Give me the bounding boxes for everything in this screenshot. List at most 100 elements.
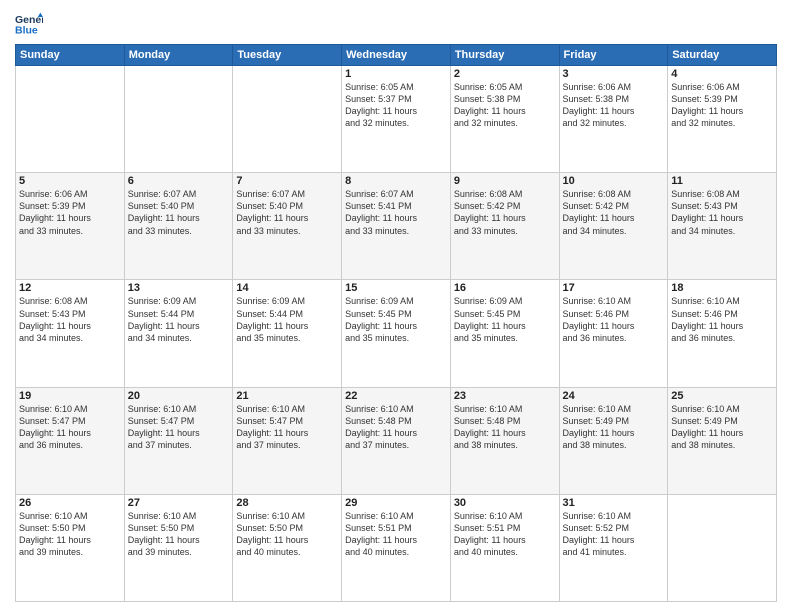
calendar-cell: 6Sunrise: 6:07 AM Sunset: 5:40 PM Daylig… bbox=[124, 173, 233, 280]
calendar-cell: 12Sunrise: 6:08 AM Sunset: 5:43 PM Dayli… bbox=[16, 280, 125, 387]
day-number: 9 bbox=[454, 175, 556, 187]
day-number: 10 bbox=[563, 175, 665, 187]
day-number: 26 bbox=[19, 497, 121, 509]
day-info: Sunrise: 6:09 AM Sunset: 5:45 PM Dayligh… bbox=[454, 295, 556, 344]
day-number: 25 bbox=[671, 390, 773, 402]
calendar-cell bbox=[16, 66, 125, 173]
day-number: 1 bbox=[345, 68, 447, 80]
logo: General Blue bbox=[15, 10, 47, 38]
calendar-cell: 3Sunrise: 6:06 AM Sunset: 5:38 PM Daylig… bbox=[559, 66, 668, 173]
day-number: 11 bbox=[671, 175, 773, 187]
day-number: 24 bbox=[563, 390, 665, 402]
calendar-cell: 27Sunrise: 6:10 AM Sunset: 5:50 PM Dayli… bbox=[124, 494, 233, 601]
day-number: 30 bbox=[454, 497, 556, 509]
calendar-week-row: 1Sunrise: 6:05 AM Sunset: 5:37 PM Daylig… bbox=[16, 66, 777, 173]
day-info: Sunrise: 6:10 AM Sunset: 5:47 PM Dayligh… bbox=[19, 403, 121, 452]
page: General Blue SundayMondayTuesdayWednesda… bbox=[0, 0, 792, 612]
day-info: Sunrise: 6:10 AM Sunset: 5:48 PM Dayligh… bbox=[454, 403, 556, 452]
weekday-header-thursday: Thursday bbox=[450, 45, 559, 66]
logo-icon: General Blue bbox=[15, 10, 43, 38]
calendar-cell: 5Sunrise: 6:06 AM Sunset: 5:39 PM Daylig… bbox=[16, 173, 125, 280]
calendar-cell: 11Sunrise: 6:08 AM Sunset: 5:43 PM Dayli… bbox=[668, 173, 777, 280]
day-number: 22 bbox=[345, 390, 447, 402]
calendar-cell: 26Sunrise: 6:10 AM Sunset: 5:50 PM Dayli… bbox=[16, 494, 125, 601]
calendar-cell: 24Sunrise: 6:10 AM Sunset: 5:49 PM Dayli… bbox=[559, 387, 668, 494]
calendar-cell: 13Sunrise: 6:09 AM Sunset: 5:44 PM Dayli… bbox=[124, 280, 233, 387]
day-info: Sunrise: 6:08 AM Sunset: 5:42 PM Dayligh… bbox=[454, 188, 556, 237]
day-number: 6 bbox=[128, 175, 230, 187]
calendar-cell bbox=[233, 66, 342, 173]
calendar-cell: 30Sunrise: 6:10 AM Sunset: 5:51 PM Dayli… bbox=[450, 494, 559, 601]
calendar-cell: 23Sunrise: 6:10 AM Sunset: 5:48 PM Dayli… bbox=[450, 387, 559, 494]
day-number: 19 bbox=[19, 390, 121, 402]
calendar-cell: 25Sunrise: 6:10 AM Sunset: 5:49 PM Dayli… bbox=[668, 387, 777, 494]
calendar-week-row: 5Sunrise: 6:06 AM Sunset: 5:39 PM Daylig… bbox=[16, 173, 777, 280]
day-info: Sunrise: 6:06 AM Sunset: 5:38 PM Dayligh… bbox=[563, 81, 665, 130]
calendar-week-row: 12Sunrise: 6:08 AM Sunset: 5:43 PM Dayli… bbox=[16, 280, 777, 387]
calendar-cell: 18Sunrise: 6:10 AM Sunset: 5:46 PM Dayli… bbox=[668, 280, 777, 387]
calendar-cell: 17Sunrise: 6:10 AM Sunset: 5:46 PM Dayli… bbox=[559, 280, 668, 387]
day-number: 4 bbox=[671, 68, 773, 80]
day-number: 20 bbox=[128, 390, 230, 402]
day-info: Sunrise: 6:10 AM Sunset: 5:49 PM Dayligh… bbox=[671, 403, 773, 452]
calendar-cell: 4Sunrise: 6:06 AM Sunset: 5:39 PM Daylig… bbox=[668, 66, 777, 173]
day-info: Sunrise: 6:10 AM Sunset: 5:50 PM Dayligh… bbox=[19, 510, 121, 559]
calendar-cell: 22Sunrise: 6:10 AM Sunset: 5:48 PM Dayli… bbox=[342, 387, 451, 494]
day-info: Sunrise: 6:10 AM Sunset: 5:50 PM Dayligh… bbox=[128, 510, 230, 559]
day-number: 3 bbox=[563, 68, 665, 80]
day-info: Sunrise: 6:07 AM Sunset: 5:40 PM Dayligh… bbox=[236, 188, 338, 237]
day-number: 14 bbox=[236, 282, 338, 294]
day-info: Sunrise: 6:10 AM Sunset: 5:50 PM Dayligh… bbox=[236, 510, 338, 559]
calendar-cell: 20Sunrise: 6:10 AM Sunset: 5:47 PM Dayli… bbox=[124, 387, 233, 494]
calendar-cell bbox=[668, 494, 777, 601]
calendar-cell: 15Sunrise: 6:09 AM Sunset: 5:45 PM Dayli… bbox=[342, 280, 451, 387]
calendar-cell: 29Sunrise: 6:10 AM Sunset: 5:51 PM Dayli… bbox=[342, 494, 451, 601]
calendar-cell: 9Sunrise: 6:08 AM Sunset: 5:42 PM Daylig… bbox=[450, 173, 559, 280]
calendar-table: SundayMondayTuesdayWednesdayThursdayFrid… bbox=[15, 44, 777, 602]
calendar-cell: 21Sunrise: 6:10 AM Sunset: 5:47 PM Dayli… bbox=[233, 387, 342, 494]
svg-text:Blue: Blue bbox=[15, 25, 38, 37]
day-number: 12 bbox=[19, 282, 121, 294]
calendar-cell bbox=[124, 66, 233, 173]
day-info: Sunrise: 6:10 AM Sunset: 5:52 PM Dayligh… bbox=[563, 510, 665, 559]
header: General Blue bbox=[15, 10, 777, 38]
day-number: 7 bbox=[236, 175, 338, 187]
day-info: Sunrise: 6:10 AM Sunset: 5:51 PM Dayligh… bbox=[345, 510, 447, 559]
calendar-cell: 1Sunrise: 6:05 AM Sunset: 5:37 PM Daylig… bbox=[342, 66, 451, 173]
day-number: 5 bbox=[19, 175, 121, 187]
day-number: 13 bbox=[128, 282, 230, 294]
day-info: Sunrise: 6:10 AM Sunset: 5:46 PM Dayligh… bbox=[563, 295, 665, 344]
calendar-cell: 16Sunrise: 6:09 AM Sunset: 5:45 PM Dayli… bbox=[450, 280, 559, 387]
day-number: 27 bbox=[128, 497, 230, 509]
calendar-cell: 19Sunrise: 6:10 AM Sunset: 5:47 PM Dayli… bbox=[16, 387, 125, 494]
calendar-cell: 28Sunrise: 6:10 AM Sunset: 5:50 PM Dayli… bbox=[233, 494, 342, 601]
calendar-cell: 31Sunrise: 6:10 AM Sunset: 5:52 PM Dayli… bbox=[559, 494, 668, 601]
day-number: 31 bbox=[563, 497, 665, 509]
day-number: 16 bbox=[454, 282, 556, 294]
day-info: Sunrise: 6:07 AM Sunset: 5:41 PM Dayligh… bbox=[345, 188, 447, 237]
calendar-week-row: 19Sunrise: 6:10 AM Sunset: 5:47 PM Dayli… bbox=[16, 387, 777, 494]
day-info: Sunrise: 6:10 AM Sunset: 5:47 PM Dayligh… bbox=[236, 403, 338, 452]
day-number: 28 bbox=[236, 497, 338, 509]
day-number: 18 bbox=[671, 282, 773, 294]
day-info: Sunrise: 6:10 AM Sunset: 5:48 PM Dayligh… bbox=[345, 403, 447, 452]
weekday-header-monday: Monday bbox=[124, 45, 233, 66]
calendar-cell: 7Sunrise: 6:07 AM Sunset: 5:40 PM Daylig… bbox=[233, 173, 342, 280]
calendar-cell: 10Sunrise: 6:08 AM Sunset: 5:42 PM Dayli… bbox=[559, 173, 668, 280]
day-info: Sunrise: 6:08 AM Sunset: 5:42 PM Dayligh… bbox=[563, 188, 665, 237]
day-info: Sunrise: 6:10 AM Sunset: 5:51 PM Dayligh… bbox=[454, 510, 556, 559]
weekday-header-saturday: Saturday bbox=[668, 45, 777, 66]
day-info: Sunrise: 6:09 AM Sunset: 5:45 PM Dayligh… bbox=[345, 295, 447, 344]
day-info: Sunrise: 6:06 AM Sunset: 5:39 PM Dayligh… bbox=[19, 188, 121, 237]
calendar-cell: 2Sunrise: 6:05 AM Sunset: 5:38 PM Daylig… bbox=[450, 66, 559, 173]
day-info: Sunrise: 6:08 AM Sunset: 5:43 PM Dayligh… bbox=[19, 295, 121, 344]
day-info: Sunrise: 6:10 AM Sunset: 5:49 PM Dayligh… bbox=[563, 403, 665, 452]
day-number: 21 bbox=[236, 390, 338, 402]
day-info: Sunrise: 6:09 AM Sunset: 5:44 PM Dayligh… bbox=[128, 295, 230, 344]
calendar-week-row: 26Sunrise: 6:10 AM Sunset: 5:50 PM Dayli… bbox=[16, 494, 777, 601]
day-info: Sunrise: 6:05 AM Sunset: 5:38 PM Dayligh… bbox=[454, 81, 556, 130]
day-number: 23 bbox=[454, 390, 556, 402]
day-info: Sunrise: 6:10 AM Sunset: 5:47 PM Dayligh… bbox=[128, 403, 230, 452]
day-info: Sunrise: 6:10 AM Sunset: 5:46 PM Dayligh… bbox=[671, 295, 773, 344]
weekday-header-tuesday: Tuesday bbox=[233, 45, 342, 66]
